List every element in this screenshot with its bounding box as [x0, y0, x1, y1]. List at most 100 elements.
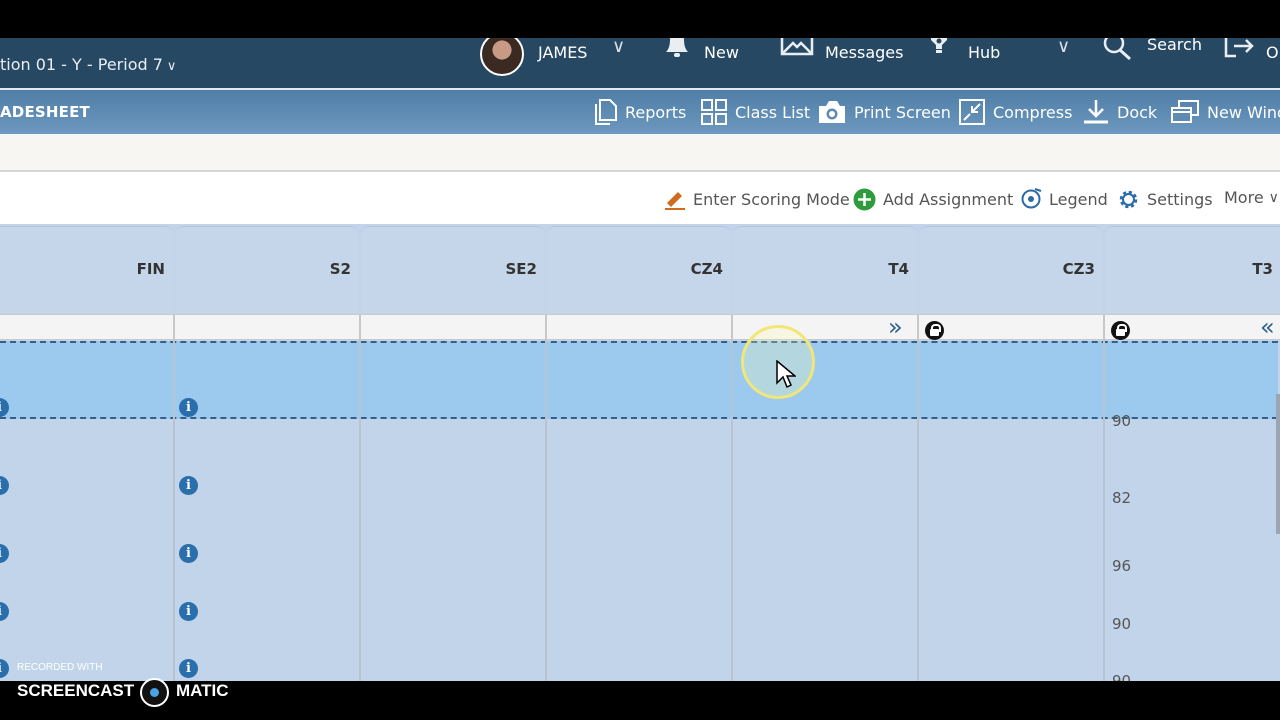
reports-icon — [595, 99, 617, 125]
expand-right-icon[interactable]: » — [888, 314, 903, 340]
subheader-cell — [547, 315, 733, 341]
download-icon — [1084, 100, 1108, 124]
filter-bar — [0, 134, 1280, 172]
sign-out-icon[interactable] — [1224, 38, 1256, 64]
dock-label: Dock — [1117, 102, 1158, 122]
column-divider — [731, 340, 733, 681]
search-label[interactable]: Search — [1147, 38, 1202, 54]
column-header-s2[interactable]: S2 — [175, 226, 359, 314]
watermark-matic: MATIC — [176, 681, 229, 700]
watermark-screencast: SCREENCAST — [17, 681, 135, 700]
info-icon[interactable]: i — [0, 544, 9, 563]
column-divider — [545, 340, 547, 681]
compress-icon — [959, 99, 985, 125]
print-screen-label: Print Screen — [854, 102, 951, 122]
subheader-cell — [361, 315, 547, 341]
chevron-down-icon: ∨ — [166, 59, 177, 74]
lock-icon — [925, 321, 944, 340]
grid-icon — [701, 99, 727, 125]
column-divider — [359, 340, 361, 681]
pencil-icon — [665, 192, 685, 210]
screen: tion 01 - Y - Period 7 ∨ JAMES ∨ New Mess… — [0, 0, 1280, 720]
legend-label: Legend — [1049, 189, 1108, 209]
column-divider — [1103, 340, 1105, 681]
bell-icon[interactable] — [662, 38, 692, 62]
column-label: T3 — [1252, 260, 1273, 278]
camera-icon — [819, 101, 845, 123]
column-header-fin[interactable]: FIN — [0, 226, 173, 314]
add-assignment-button[interactable]: Add Assignment — [853, 188, 1013, 211]
column-divider — [917, 340, 919, 681]
reports-label: Reports — [625, 102, 687, 122]
settings-button[interactable]: Settings — [1117, 188, 1213, 211]
plus-circle-icon — [853, 188, 876, 211]
page-title: ADESHEET — [0, 103, 90, 121]
info-icon[interactable]: i — [179, 398, 198, 417]
compress-button[interactable]: Compress — [958, 90, 1072, 134]
gradebook-toolbar: ADESHEET Reports Class List Print Screen… — [0, 88, 1280, 134]
gear-icon — [1119, 190, 1138, 209]
lightbulb-icon[interactable] — [928, 38, 950, 60]
hub-menu-chevron-icon[interactable]: ∨ — [1057, 38, 1070, 57]
grade-grid: FIN S2 SE2 CZ4 T4 CZ3 T3 » « i i i i i 9… — [0, 224, 1280, 681]
hub-label[interactable]: Hub — [968, 43, 1000, 62]
column-header-se2[interactable]: SE2 — [361, 226, 545, 314]
column-label: CZ4 — [690, 260, 723, 278]
enter-scoring-mode-button[interactable]: Enter Scoring Mode — [664, 188, 850, 210]
column-label: SE2 — [505, 260, 538, 278]
sign-out-label[interactable]: O — [1266, 43, 1279, 62]
info-icon[interactable]: i — [0, 476, 9, 495]
add-assignment-label: Add Assignment — [883, 190, 1014, 209]
chevron-down-icon: ∨ — [1268, 189, 1279, 206]
avatar[interactable] — [480, 38, 524, 76]
app-window: tion 01 - Y - Period 7 ∨ JAMES ∨ New Mess… — [0, 38, 1280, 681]
print-screen-button[interactable]: Print Screen — [817, 90, 951, 134]
column-header-t4[interactable]: T4 — [733, 226, 917, 314]
info-icon[interactable]: i — [179, 476, 198, 495]
watermark-recorded-with: RECORDED WITH — [17, 662, 103, 673]
score-cell[interactable]: 90 — [1112, 672, 1131, 681]
settings-label: Settings — [1147, 190, 1213, 209]
dock-button[interactable]: Dock — [1082, 90, 1157, 134]
notifications-label[interactable]: New — [704, 43, 739, 62]
class-list-label: Class List — [735, 102, 811, 122]
section-selector[interactable]: tion 01 - Y - Period 7 ∨ — [0, 55, 176, 74]
messages-label[interactable]: Messages — [825, 43, 903, 62]
info-icon[interactable]: i — [0, 602, 9, 621]
section-selector-label: tion 01 - Y - Period 7 — [0, 55, 163, 74]
more-button[interactable]: More ∨ — [1224, 188, 1279, 207]
expand-left-icon[interactable]: « — [1260, 314, 1275, 340]
search-icon[interactable] — [1102, 38, 1134, 64]
legend-button[interactable]: Legend — [1020, 188, 1108, 210]
score-cell[interactable]: 90 — [1112, 615, 1131, 633]
new-window-button[interactable]: New Wind — [1170, 90, 1280, 134]
legend-icon — [1021, 188, 1042, 209]
column-label: FIN — [136, 260, 165, 278]
score-cell[interactable]: 90 — [1112, 412, 1131, 430]
column-label: S2 — [329, 260, 351, 278]
info-icon[interactable]: i — [179, 544, 198, 563]
column-header-cz4[interactable]: CZ4 — [547, 226, 731, 314]
vertical-scrollbar[interactable] — [1276, 394, 1280, 534]
more-label: More — [1224, 188, 1264, 207]
column-subheader-row — [0, 314, 1280, 341]
record-icon — [140, 678, 169, 707]
reports-button[interactable]: Reports — [594, 90, 686, 134]
new-window-label: New Wind — [1207, 102, 1280, 122]
info-icon[interactable]: i — [179, 602, 198, 621]
score-cell[interactable]: 96 — [1112, 557, 1131, 575]
column-header-t3[interactable]: T3 — [1105, 226, 1280, 314]
subheader-cell — [0, 315, 175, 341]
column-divider — [173, 340, 175, 681]
envelope-icon[interactable] — [780, 38, 814, 60]
subheader-cell — [919, 315, 1105, 341]
lock-icon — [1111, 321, 1130, 340]
user-name[interactable]: JAMES — [538, 43, 587, 62]
score-cell[interactable]: 82 — [1112, 489, 1131, 507]
column-label: T4 — [888, 260, 909, 278]
action-bar: Enter Scoring Mode Add Assignment Legend… — [0, 174, 1280, 224]
column-header-cz3[interactable]: CZ3 — [919, 226, 1103, 314]
subheader-cell — [175, 315, 361, 341]
user-menu-chevron-icon[interactable]: ∨ — [612, 38, 625, 57]
class-list-button[interactable]: Class List — [700, 90, 810, 134]
